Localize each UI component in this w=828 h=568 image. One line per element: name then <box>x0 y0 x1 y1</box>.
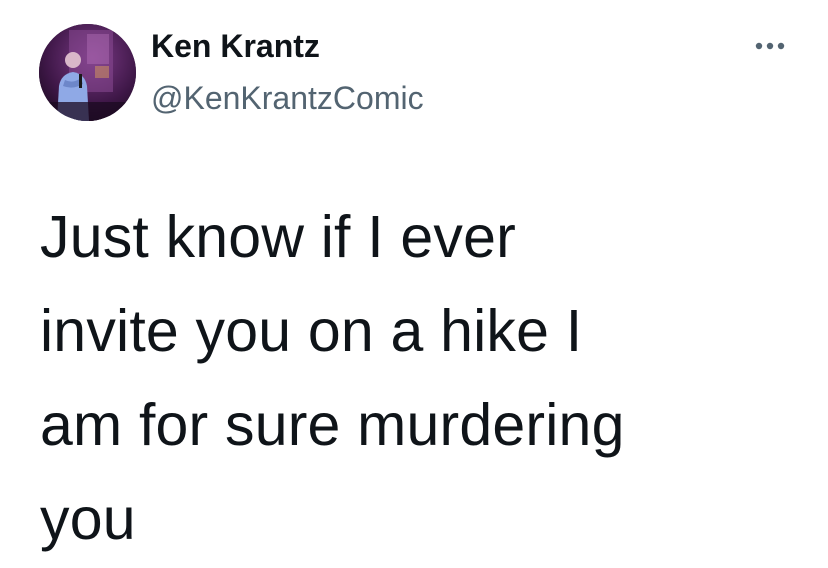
author-handle[interactable]: @KenKrantzComic <box>151 78 424 118</box>
more-options-button[interactable] <box>750 32 790 60</box>
tweet-text: Just know if I ever invite you on a hike… <box>40 204 625 552</box>
author-display-name[interactable]: Ken Krantz <box>151 26 424 66</box>
more-options-ellipsis-icon <box>755 42 785 50</box>
author-block[interactable]: Ken Krantz @KenKrantzComic <box>151 26 424 118</box>
avatar-photo <box>39 24 136 121</box>
avatar[interactable] <box>39 24 136 121</box>
tweet-card: Ken Krantz @KenKrantzComic Just know if … <box>0 0 828 568</box>
